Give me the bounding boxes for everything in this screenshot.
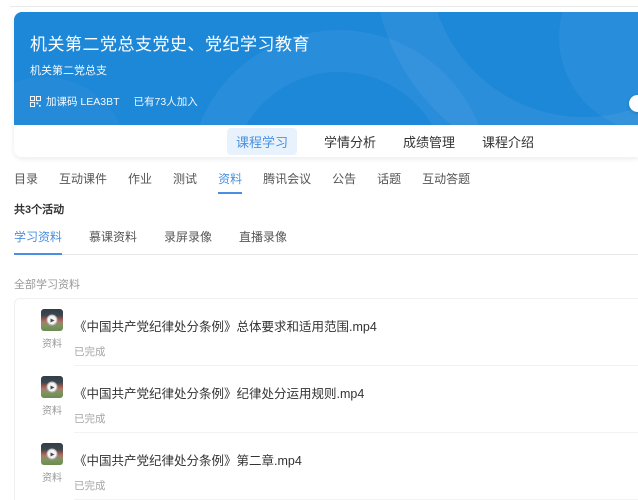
activity-count-label: 共3个活动 — [14, 201, 638, 217]
subnav-test[interactable]: 测试 — [173, 170, 197, 194]
material-row[interactable]: 资料 《中国共产党纪律处分条例》第二章.mp4 已完成 — [15, 433, 638, 500]
join-code-label[interactable]: 加课码 LEA3BT — [46, 94, 120, 109]
material-list: 资料 《中国共产党纪律处分条例》总体要求和适用范围.mp4 已完成 资料 《中国… — [14, 298, 638, 500]
thumbnail-column: 资料 — [41, 309, 74, 366]
course-subtitle: 机关第二党总支 — [14, 55, 638, 78]
material-type-badge: 资料 — [41, 335, 63, 350]
thumbnail-column: 资料 — [41, 443, 74, 500]
material-status: 已完成 — [74, 344, 638, 359]
video-thumbnail[interactable] — [41, 376, 63, 398]
material-title[interactable]: 《中国共产党纪律处分条例》纪律处分运用规则.mp4 — [74, 383, 638, 402]
tab-screen-recordings[interactable]: 录屏录像 — [164, 224, 212, 254]
play-icon — [47, 449, 58, 460]
qr-code-icon — [30, 96, 41, 107]
subnav-homework[interactable]: 作业 — [128, 170, 152, 194]
top-divider — [10, 6, 638, 7]
floating-helper-button[interactable] — [629, 95, 638, 112]
tab-mooc-materials[interactable]: 慕课资料 — [89, 224, 137, 254]
material-row[interactable]: 资料 《中国共产党纪律处分条例》纪律处分运用规则.mp4 已完成 — [15, 366, 638, 433]
tab-course-learning[interactable]: 课程学习 — [227, 128, 297, 155]
subnav-tencent-meeting[interactable]: 腾讯会议 — [263, 170, 311, 194]
subnav-interactive-courseware[interactable]: 互动课件 — [59, 170, 107, 194]
thumbnail-column: 资料 — [41, 376, 74, 433]
section-label: 全部学习资料 — [14, 276, 638, 292]
material-title[interactable]: 《中国共产党纪律处分条例》总体要求和适用范围.mp4 — [74, 316, 638, 335]
video-thumbnail[interactable] — [41, 309, 63, 331]
material-content: 《中国共产党纪律处分条例》第二章.mp4 已完成 — [74, 443, 638, 500]
tab-course-intro[interactable]: 课程介绍 — [482, 128, 534, 155]
course-title: 机关第二党总支党史、党纪学习教育 — [14, 12, 638, 55]
subnav-announcement[interactable]: 公告 — [332, 170, 356, 194]
tab-live-recordings[interactable]: 直播录像 — [239, 224, 287, 254]
tab-grade-management[interactable]: 成绩管理 — [403, 128, 455, 155]
play-icon — [47, 315, 58, 326]
material-content: 《中国共产党纪律处分条例》纪律处分运用规则.mp4 已完成 — [74, 376, 638, 433]
course-banner: 机关第二党总支党史、党纪学习教育 机关第二党总支 加课码 LEA3BT 已有73… — [14, 12, 638, 125]
subnav-topic[interactable]: 话题 — [377, 170, 401, 194]
main-nav: 课程学习 学情分析 成绩管理 课程介绍 — [14, 125, 638, 157]
tab-learning-analysis[interactable]: 学情分析 — [324, 128, 376, 155]
joined-count-label: 已有73人加入 — [134, 94, 198, 109]
material-title[interactable]: 《中国共产党纪律处分条例》第二章.mp4 — [74, 450, 638, 469]
play-icon — [47, 382, 58, 393]
tab-study-materials[interactable]: 学习资料 — [14, 224, 62, 255]
material-type-badge: 资料 — [41, 402, 63, 417]
material-tabs: 学习资料 慕课资料 录屏录像 直播录像 — [14, 224, 638, 255]
material-type-badge: 资料 — [41, 469, 63, 484]
material-status: 已完成 — [74, 478, 638, 493]
subnav-interactive-qa[interactable]: 互动答题 — [422, 170, 470, 194]
material-row[interactable]: 资料 《中国共产党纪律处分条例》总体要求和适用范围.mp4 已完成 — [15, 299, 638, 366]
material-content: 《中国共产党纪律处分条例》总体要求和适用范围.mp4 已完成 — [74, 309, 638, 366]
subnav-materials[interactable]: 资料 — [218, 170, 242, 194]
course-header-card: 机关第二党总支党史、党纪学习教育 机关第二党总支 加课码 LEA3BT 已有73… — [14, 12, 638, 157]
sub-nav: 目录 互动课件 作业 测试 资料 腾讯会议 公告 话题 互动答题 — [14, 170, 638, 194]
join-code-row: 加课码 LEA3BT 已有73人加入 — [30, 94, 198, 109]
subnav-catalog[interactable]: 目录 — [14, 170, 38, 194]
video-thumbnail[interactable] — [41, 443, 63, 465]
